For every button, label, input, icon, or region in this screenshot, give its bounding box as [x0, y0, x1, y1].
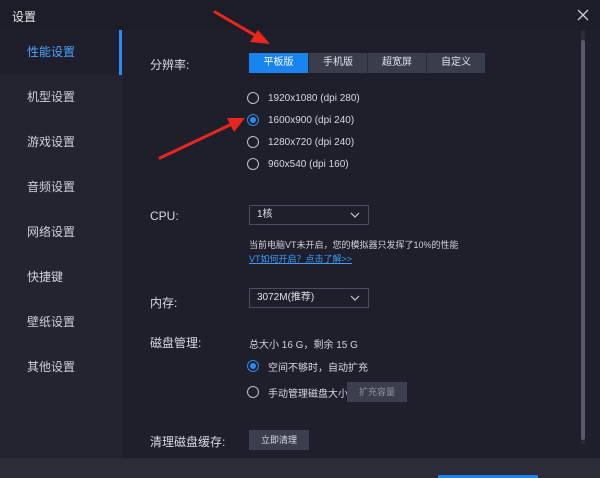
sidebar-item-other[interactable]: 其他设置	[0, 345, 122, 390]
disk-size-info: 总大小 16 G，剩余 15 G	[249, 340, 358, 351]
title-bar: 设置	[0, 0, 600, 30]
tab-ultrawide[interactable]: 超宽屏	[367, 53, 426, 73]
resolution-option-960[interactable]: 960x540 (dpi 160)	[247, 156, 349, 172]
vt-help-link[interactable]: VT如何开启？点击了解>>	[249, 252, 352, 265]
radio-button	[247, 92, 259, 104]
tab-custom[interactable]: 自定义	[426, 53, 485, 73]
disk-label: 磁盘管理:	[150, 336, 202, 350]
resolution-option-1280[interactable]: 1280x720 (dpi 240)	[247, 134, 354, 150]
sidebar-item-performance[interactable]: 性能设置	[0, 30, 122, 75]
radio-button	[247, 386, 259, 398]
sidebar-item-wallpaper[interactable]: 壁纸设置	[0, 300, 122, 345]
resolution-option-label: 1280x720 (dpi 240)	[268, 136, 355, 148]
close-button[interactable]	[574, 6, 592, 24]
memory-label: 内存:	[150, 296, 178, 310]
memory-select[interactable]: 3072M(推荐)	[249, 288, 369, 308]
clear-cache-label: 清理磁盘缓存:	[150, 435, 226, 449]
sidebar-item-shortcuts[interactable]: 快捷键	[0, 255, 122, 300]
vt-warning-text: 当前电脑VT未开启，您的模拟器只发挥了10%的性能	[249, 240, 459, 250]
tab-phone[interactable]: 手机版	[308, 53, 367, 73]
resolution-option-1920[interactable]: 1920x1080 (dpi 280)	[247, 90, 360, 106]
chevron-down-icon	[350, 295, 360, 301]
sidebar-item-device-model[interactable]: 机型设置	[0, 75, 122, 120]
sidebar-item-game[interactable]: 游戏设置	[0, 120, 122, 165]
memory-select-value: 3072M(推荐)	[257, 292, 315, 303]
sidebar-item-audio[interactable]: 音频设置	[0, 165, 122, 210]
radio-button-checked	[247, 114, 259, 126]
tab-tablet[interactable]: 平板版	[249, 53, 308, 73]
resolution-option-label: 1920x1080 (dpi 280)	[268, 92, 360, 104]
radio-button-checked	[247, 360, 259, 372]
disk-option-auto-expand[interactable]: 空间不够时，自动扩充	[247, 358, 368, 374]
settings-sidebar: 性能设置 机型设置 游戏设置 音频设置 网络设置 快捷键 壁纸设置 其他设置	[0, 30, 122, 458]
cpu-select[interactable]: 1核	[249, 205, 369, 225]
close-icon	[577, 9, 589, 21]
radio-button	[247, 158, 259, 170]
expand-capacity-button[interactable]: 扩充容量	[347, 382, 407, 402]
sidebar-item-network[interactable]: 网络设置	[0, 210, 122, 255]
disk-option-label: 手动管理磁盘大小	[268, 388, 348, 400]
cpu-select-value: 1核	[257, 209, 273, 220]
settings-content: 分辨率: 平板版 手机版 超宽屏 自定义 1920x1080 (dpi 280)…	[122, 30, 600, 458]
resolution-option-label: 1600x900 (dpi 240)	[268, 114, 355, 126]
clear-cache-button[interactable]: 立即清理	[249, 430, 309, 450]
radio-button	[247, 136, 259, 148]
resolution-option-label: 960x540 (dpi 160)	[268, 158, 349, 170]
resolution-label: 分辨率:	[150, 58, 190, 72]
scrollbar-thumb[interactable]	[581, 40, 585, 440]
disk-option-manual[interactable]: 手动管理磁盘大小	[247, 384, 348, 400]
cpu-label: CPU:	[150, 209, 179, 223]
disk-option-label: 空间不够时，自动扩充	[268, 362, 368, 374]
resolution-tabs: 平板版 手机版 超宽屏 自定义	[249, 53, 485, 73]
window-title: 设置	[12, 10, 37, 24]
chevron-down-icon	[350, 212, 360, 218]
resolution-option-1600[interactable]: 1600x900 (dpi 240)	[247, 112, 354, 128]
